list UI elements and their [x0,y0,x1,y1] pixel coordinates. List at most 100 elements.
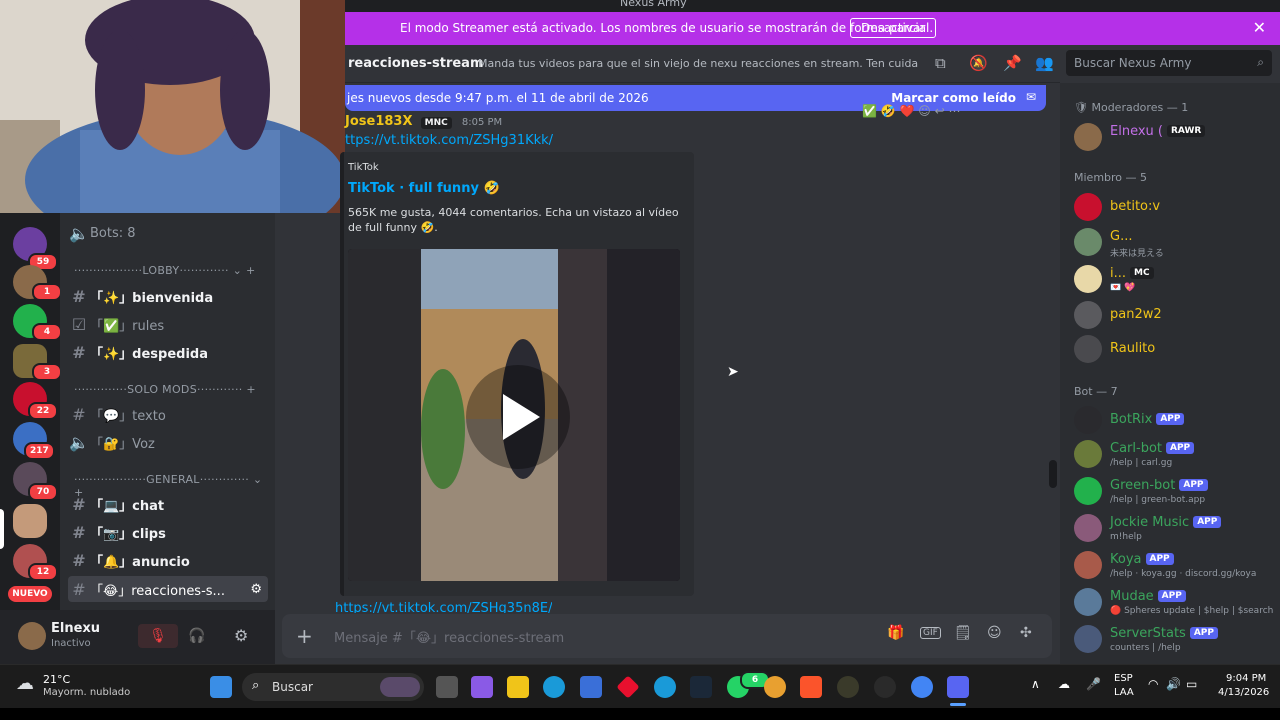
voice-channel-bots[interactable]: 🔈 Bots: 8 [68,220,268,246]
message-author[interactable]: Jose183X [345,114,412,129]
message-reactions-toolbar[interactable]: ✅ 🤣 ❤️ ☺ ↩ ⋯ [862,104,1036,118]
pin-icon[interactable]: 📌 [1003,54,1022,72]
add-channel-icon[interactable]: + [246,264,256,277]
member-item[interactable]: i... MC 💌 💖 [1074,265,1274,297]
wifi-icon[interactable]: ◠ [1148,677,1158,691]
lang-layout[interactable]: LAA [1114,687,1134,698]
cloud-icon[interactable]: ☁ [1058,677,1070,691]
embed-title[interactable]: TikTok · full funny 🤣 [348,181,500,196]
window-title: Nexus Army [620,0,687,9]
mic-icon[interactable]: 🎤 [1086,677,1101,691]
member-item[interactable]: pan2w2 [1074,301,1274,333]
chrome-icon[interactable] [764,676,786,698]
member-item[interactable]: Jockie Music APP m!help [1074,514,1274,546]
message-input-placeholder[interactable]: Mensaje #「😂」reacciones-stream [334,627,564,646]
discord-icon[interactable] [947,676,969,698]
battery-icon[interactable]: ▭ [1186,677,1197,691]
channel-chat[interactable]: # 「💻」chat [68,491,268,517]
channel-anuncio[interactable]: # 「🔔」anuncio [68,547,268,573]
guild-tag: MNC [420,117,452,129]
store-icon[interactable] [580,676,602,698]
member-status: 💌 💖 [1110,283,1136,293]
member-item[interactable]: betito:v [1074,193,1274,225]
channel-reacciones-stream[interactable]: # 「😂」reacciones-s... ⚙ [68,576,268,602]
gif-icon[interactable]: GIF [920,627,941,639]
copilot-icon[interactable] [471,676,493,698]
member-list-icon[interactable]: 👥 [1035,54,1054,72]
member-item[interactable]: Raulito [1074,335,1274,367]
clock-time[interactable]: 9:04 PM [1226,673,1266,684]
gear-icon[interactable]: ⚙ [250,582,262,597]
task-view-icon[interactable] [436,676,458,698]
member-item[interactable]: Koya APP /help · koya.gg · discord.gg/koy… [1074,551,1274,583]
weather-temp[interactable]: 21°C [43,673,70,686]
category-solo-mods[interactable]: ··············SOLO MODS············ + [74,383,264,396]
channel-clips[interactable]: # 「📷」clips [68,519,268,545]
member-item[interactable]: Green-bot APP /help | green-bot.app [1074,477,1274,509]
close-icon[interactable]: ✕ [1253,18,1266,37]
member-item[interactable]: BotRix APP [1074,406,1274,438]
member-item[interactable]: G... 未来は見える [1074,228,1274,260]
weather-desc[interactable]: Mayorm. nublado [43,687,130,698]
member-item[interactable]: ServerStats APP counters | /help [1074,625,1274,657]
message-link[interactable]: ttps://vt.tiktok.com/ZSHg31Kkk/ [345,133,553,148]
clock-date[interactable]: 4/13/2026 [1218,687,1269,698]
app-badge: APP [1189,627,1218,639]
mute-mic-button[interactable]: 🎙 [138,624,178,648]
add-attachment-icon[interactable]: + [296,624,313,648]
member-item[interactable]: Carl-bot APP /help | carl.gg [1074,440,1274,472]
brave-icon[interactable] [800,676,822,698]
app-icon[interactable] [837,676,859,698]
channel-texto[interactable]: # 「💬」texto [68,401,268,427]
file-explorer-icon[interactable] [507,676,529,698]
member-item[interactable]: Mudae APP 🔴 Spheres update | $help | $sea… [1074,588,1274,620]
channel-bienvenida[interactable]: # 「✨」bienvenida [68,283,268,309]
scrollbar-thumb[interactable] [1049,460,1057,488]
channel-despedida[interactable]: # 「✨」despedida [68,339,268,365]
taskbar-search[interactable]: ⌕ Buscar [242,673,424,701]
new-badge[interactable]: NUEVO [8,586,52,602]
member-item[interactable]: Elnexu (RAWR [1074,123,1274,155]
app-red-icon[interactable] [616,675,640,699]
channel-topic[interactable]: Manda tus videos para que el sin viejo d… [478,57,918,70]
steam-icon[interactable] [690,676,712,698]
server-icon-nexus-army[interactable] [13,504,47,538]
webcam-image [0,0,345,213]
weather-icon[interactable]: ☁ [16,673,34,694]
search-input[interactable]: Buscar Nexus Army ⌕ [1066,50,1272,76]
sticker-icon[interactable]: 🗒 [954,625,972,641]
add-channel-icon[interactable]: + [246,383,256,396]
message-composer[interactable]: + Mensaje #「😂」reacciones-stream 🎁 GIF 🗒 … [282,614,1052,658]
windows-start-icon[interactable] [210,676,232,698]
app-badge: APP [1166,442,1195,454]
mark-as-read-button[interactable]: Marcar como leído [891,91,1016,105]
voice-channel-voz[interactable]: 🔈 「🔐」Voz [68,429,268,455]
lang-code[interactable]: ESP [1114,673,1133,684]
apps-icon[interactable]: ✣ [1020,625,1032,641]
app-icon[interactable] [874,676,896,698]
gift-icon[interactable]: 🎁 [887,625,904,641]
member-name-text: Carl-bot [1110,441,1162,456]
tray-chevron-icon[interactable]: ∧ [1031,677,1040,691]
emoji-icon[interactable]: ☺ [987,625,1002,641]
category-lobby[interactable]: ··················LOBBY············· ⌄ + [74,264,264,277]
mark-read-icon: ✉ [1025,90,1036,104]
app-blue-icon[interactable] [654,676,676,698]
mention-badge: 3 [32,363,62,381]
headphones-icon[interactable]: 🎧 [188,624,224,648]
message-link-next[interactable]: https://vt.tiktok.com/ZSHg35n8E/ [335,601,552,613]
threads-icon[interactable]: ⧉ [935,54,946,72]
avatar [1074,625,1102,653]
chrome-icon[interactable] [911,676,933,698]
channel-rules[interactable]: ☑ 「✅」rules [68,311,268,337]
video-player[interactable] [348,249,680,581]
notification-bell-icon[interactable]: 🔕 [969,54,988,72]
avatar[interactable] [18,622,46,650]
settings-gear-icon[interactable]: ⚙ [234,624,258,648]
volume-icon[interactable]: 🔊 [1166,677,1181,691]
hash-icon: # [72,404,86,424]
member-name: G... [1110,229,1133,244]
edge-icon[interactable] [543,676,565,698]
deactivate-button[interactable]: Desactivar [850,18,937,38]
hash-icon: # [72,286,86,306]
